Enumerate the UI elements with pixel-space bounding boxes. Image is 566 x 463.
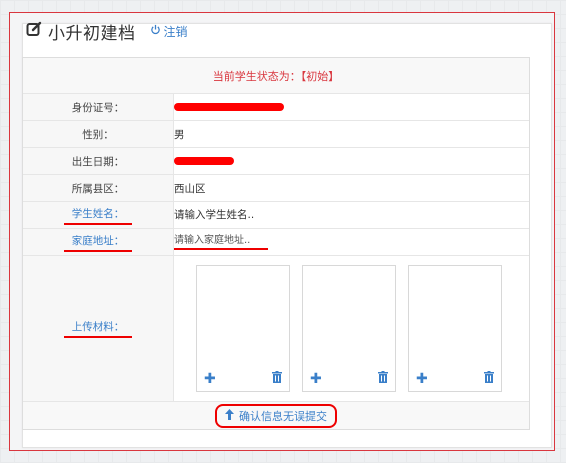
name-label: 学生姓名： [63,206,133,225]
upload-row: 上传材料： ✚ ✚ ✚ [23,255,529,402]
upload-slots: ✚ ✚ ✚ [174,265,529,392]
logout-label: 注销 [163,24,188,39]
upload-label-cell: 上传材料： [23,255,174,402]
id-row: 身份证号： [23,93,529,121]
upload-label: 上传材料： [63,319,133,338]
student-name-input[interactable] [174,209,264,221]
home-address-input[interactable] [174,234,264,246]
student-info-panel: 当前学生状态为：【初始】 身份证号： 性别： 男 出生日期： 所属县区： 西山区… [22,57,530,430]
address-label: 家庭地址： [63,233,133,252]
trash-icon[interactable] [484,371,494,386]
name-row: 学生姓名： [23,201,529,229]
status-row: 当前学生状态为：【初始】 [23,58,529,94]
gender-label: 性别： [23,120,174,148]
redaction-mark [174,103,284,111]
district-row: 所属县区： 西山区 [23,174,529,202]
birth-value [173,147,529,175]
trash-icon[interactable] [378,371,388,386]
submit-label: 确认信息无误提交 [239,409,327,423]
power-icon [150,24,161,38]
edit-icon [26,21,42,41]
birth-label: 出生日期： [23,147,174,175]
address-row: 家庭地址： [23,228,529,256]
district-value: 西山区 [173,174,529,202]
address-label-cell: 家庭地址： [23,228,174,256]
add-icon[interactable]: ✚ [204,371,216,387]
name-label-cell: 学生姓名： [23,201,174,229]
page-header: 小升初建档 注销 [26,16,188,46]
add-icon[interactable]: ✚ [310,371,322,387]
arrow-up-icon [225,408,234,423]
id-value [173,93,529,121]
district-label: 所属县区： [23,174,174,202]
trash-icon[interactable] [272,371,282,386]
upload-slot[interactable]: ✚ [196,265,290,392]
upload-slot[interactable]: ✚ [408,265,502,392]
add-icon[interactable]: ✚ [416,371,428,387]
gender-row: 性别： 男 [23,120,529,148]
student-info-table: 当前学生状态为：【初始】 身份证号： 性别： 男 出生日期： 所属县区： 西山区… [23,58,529,429]
gender-value: 男 [173,120,529,148]
id-label: 身份证号： [23,93,174,121]
submit-button[interactable]: 确认信息无误提交 [215,403,337,428]
logout-link[interactable]: 注销 [150,23,188,40]
page-title: 小升初建档 [48,23,136,44]
redaction-mark [174,157,234,165]
submit-row: 确认信息无误提交 [23,401,529,429]
birth-row: 出生日期： [23,147,529,175]
upload-slot[interactable]: ✚ [302,265,396,392]
student-status: 当前学生状态为：【初始】 [23,58,529,94]
